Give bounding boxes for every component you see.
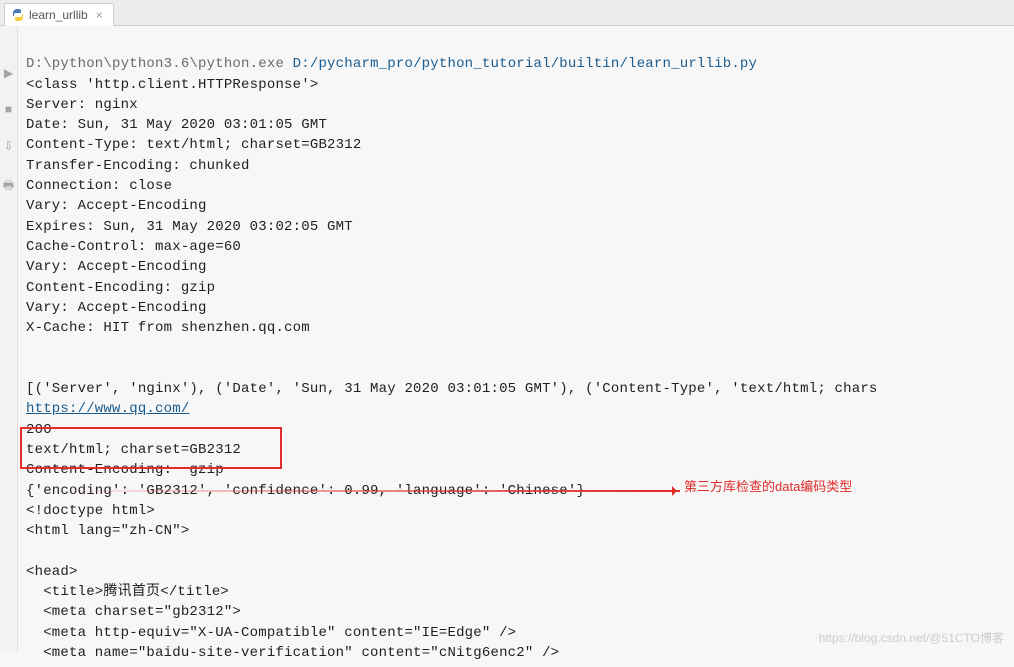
http-status-code: 200 [26,422,52,438]
print-icon[interactable]: 🖶 [3,176,14,197]
html-output-line: <head> [26,564,78,580]
output-line: Vary: Accept-Encoding [26,198,207,214]
output-line: Content-Type: text/html; charset=GB2312 [26,137,361,153]
run-tool-gutter: ▶ ■ ⇩ 🖶 [0,26,18,652]
tab-label: learn_urllib [29,8,88,22]
output-line: Server: nginx [26,97,138,113]
html-output-line: <!doctype html> [26,503,155,519]
rerun-icon[interactable]: ▶ [4,66,13,81]
html-output-line: <meta charset="gb2312"> [26,604,241,620]
output-line: Date: Sun, 31 May 2020 03:01:05 GMT [26,117,327,133]
output-line: <class 'http.client.HTTPResponse'> [26,77,318,93]
content-type-value: text/html; charset=GB2312 [26,442,241,458]
output-line: X-Cache: HIT from shenzhen.qq.com [26,320,310,336]
script-path: D:/pycharm_pro/python_tutorial/builtin/l… [293,56,757,72]
output-line: Content-Encoding: gzip [26,280,215,296]
content-encoding-value: Content-Encoding: gzip [26,462,224,478]
python-exe-path: D:\python\python3.6\python.exe [26,56,284,72]
output-line: Vary: Accept-Encoding [26,300,207,316]
qq-url-link[interactable]: https://www.qq.com/ [26,401,189,417]
stop-icon[interactable]: ■ [5,103,12,117]
output-line: Expires: Sun, 31 May 2020 03:02:05 GMT [26,219,353,235]
python-file-icon [11,8,25,22]
html-output-line: <meta name="baidu-site-verification" con… [26,645,559,661]
output-line: [('Server', 'nginx'), ('Date', 'Sun, 31 … [26,381,878,397]
html-output-line: <html lang="zh-CN"> [26,523,189,539]
output-line: Connection: close [26,178,172,194]
output-line: Vary: Accept-Encoding [26,259,207,275]
console-output[interactable]: D:\python\python3.6\python.exe D:/pychar… [20,30,1014,667]
scroll-icon[interactable]: ⇩ [3,139,13,154]
output-line: Cache-Control: max-age=60 [26,239,241,255]
output-line: Transfer-Encoding: chunked [26,158,250,174]
html-output-line: <meta http-equiv="X-UA-Compatible" conte… [26,625,516,641]
html-output-line: <title>腾讯首页</title> [26,584,229,600]
tab-bar: learn_urllib × [0,0,1014,26]
tab-learn-urllib[interactable]: learn_urllib × [4,3,114,26]
close-icon[interactable]: × [96,8,103,22]
chardet-result: {'encoding': 'GB2312', 'confidence': 0.9… [26,483,585,499]
